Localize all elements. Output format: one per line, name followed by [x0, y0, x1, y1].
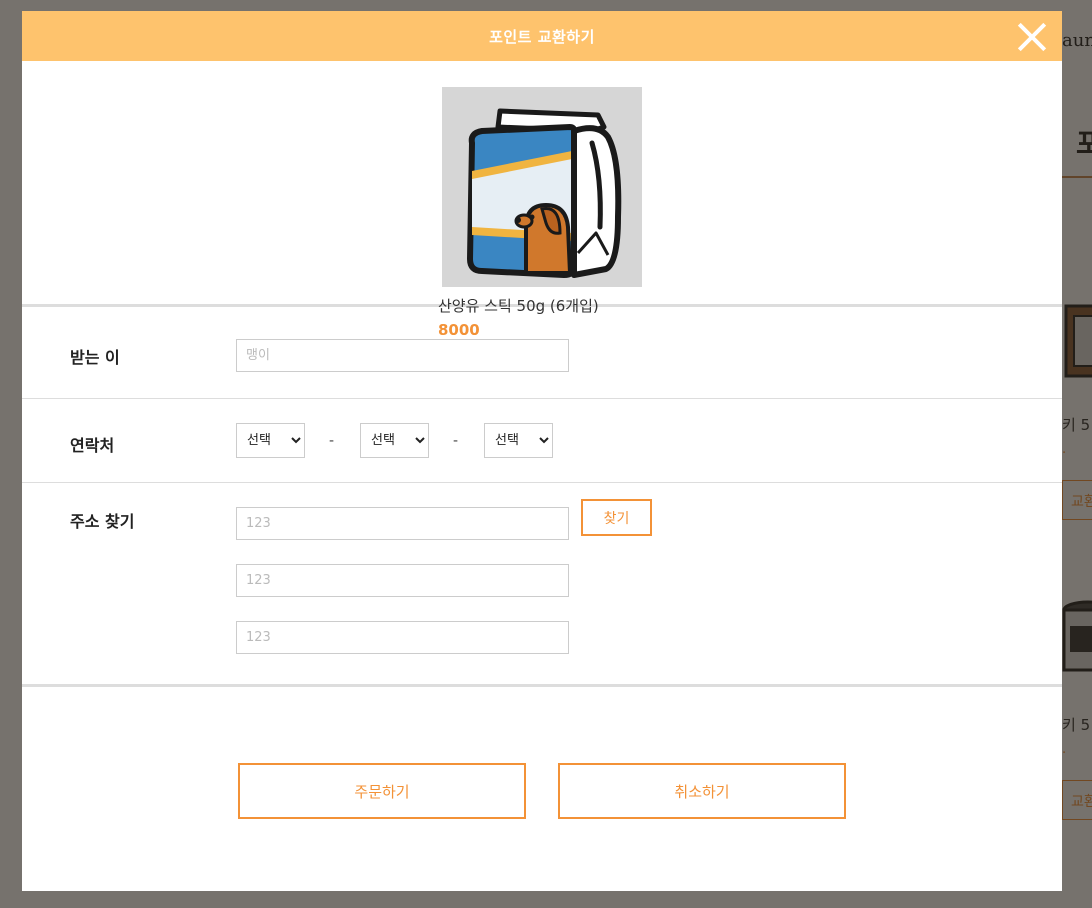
find-address-button[interactable]: 찾기: [581, 499, 652, 536]
address-row: 주소 찾기 찾기: [22, 483, 1062, 687]
point-exchange-modal: 포인트 교환하기 산양유 스틱 50g (6개입) 8000 받는 이 맹이 연…: [22, 11, 1062, 891]
modal-title: 포인트 교환하기: [489, 27, 595, 46]
recipient-row: 받는 이: [22, 307, 1062, 399]
cancel-button[interactable]: 취소하기: [558, 763, 846, 819]
phone-last-select[interactable]: 선택: [484, 423, 553, 458]
recipient-label: 받는 이: [70, 348, 120, 367]
product-summary: 산양유 스틱 50g (6개입) 8000: [22, 61, 1062, 339]
modal-actions: 주문하기 취소하기: [22, 687, 1062, 837]
phone-separator: -: [329, 433, 335, 449]
address-line2-input[interactable]: [236, 564, 569, 597]
phone-middle-select[interactable]: 선택: [360, 423, 429, 458]
phone-prefix-select[interactable]: 선택: [236, 423, 305, 458]
product-image: [442, 87, 642, 287]
phone-separator: -: [453, 433, 459, 449]
phone-row: 연락처 선택 - 선택 - 선택: [22, 399, 1062, 483]
modal-header: 포인트 교환하기: [22, 11, 1062, 61]
order-button[interactable]: 주문하기: [238, 763, 526, 819]
recipient-input[interactable]: [236, 339, 569, 372]
address-label: 주소 찾기: [70, 512, 135, 531]
phone-label: 연락처: [70, 436, 115, 455]
address-line3-input[interactable]: [236, 621, 569, 654]
close-icon[interactable]: [1016, 21, 1048, 53]
address-line1-input[interactable]: [236, 507, 569, 540]
